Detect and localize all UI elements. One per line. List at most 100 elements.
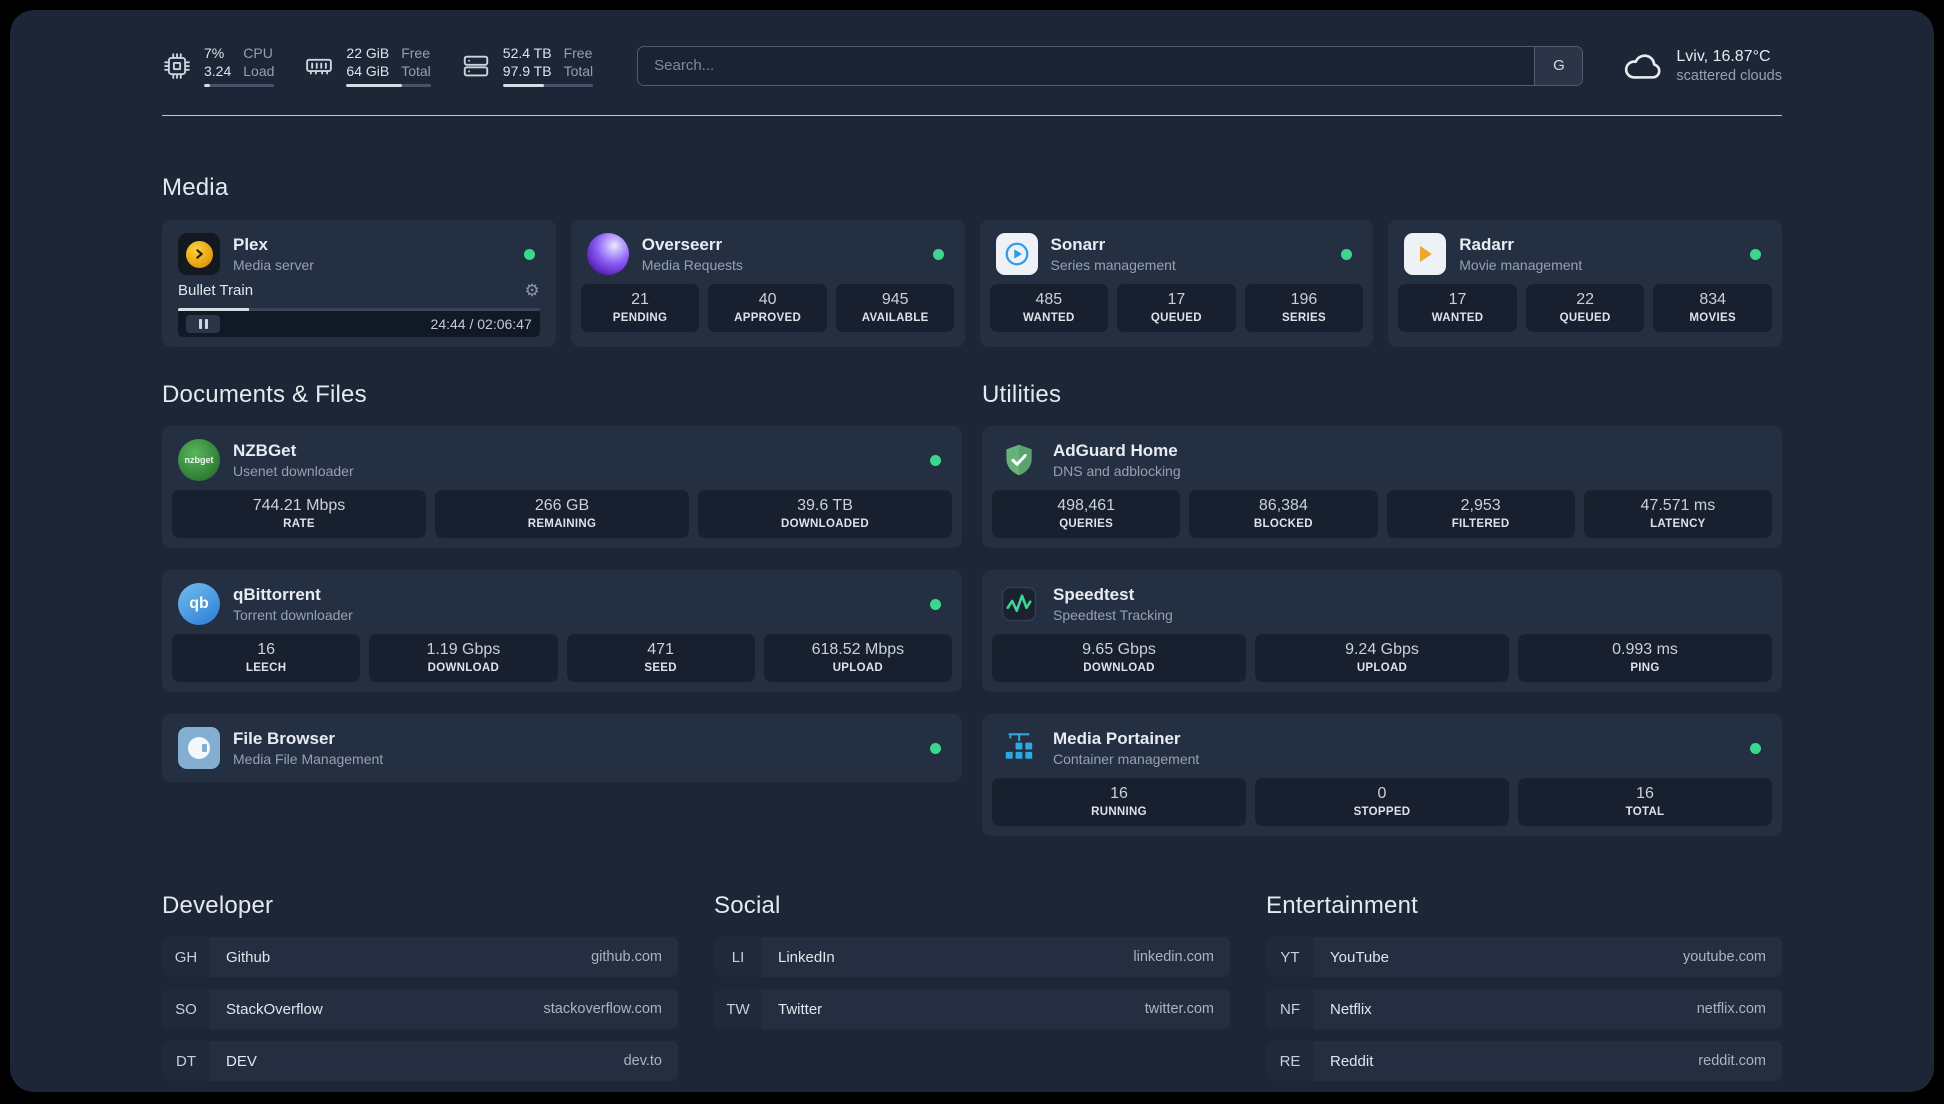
filebrowser-icon <box>178 727 220 770</box>
bookmark-abbr: LI <box>714 937 762 978</box>
service-card-qbittorrent[interactable]: qb qBittorrent Torrent downloader 16 LEE… <box>162 570 962 693</box>
stat-label: SEED <box>644 662 677 675</box>
section-title-media: Media <box>162 174 229 202</box>
search-provider-button[interactable]: G <box>1534 46 1583 85</box>
stat-box: 196 SERIES <box>1244 284 1364 333</box>
service-card-nzbget[interactable]: nzbget NZBGet Usenet downloader 744.21 M… <box>162 426 962 549</box>
stat-label: MOVIES <box>1689 312 1736 325</box>
search-bar[interactable]: G <box>637 45 1584 86</box>
bookmark-dev[interactable]: DT DEV dev.to <box>162 1041 678 1082</box>
service-description: Media File Management <box>233 751 384 768</box>
disk-label-line1: Free <box>563 45 593 61</box>
bookmark-linkedin[interactable]: LI LinkedIn linkedin.com <box>714 937 1230 978</box>
stat-box: 39.6 TB DOWNLOADED <box>698 490 952 539</box>
service-card-plex[interactable]: Plex Media server Bullet Train ⚙ 24:44 /… <box>162 220 556 348</box>
weather-location: Lviv, 16.87°C <box>1676 47 1771 65</box>
service-description: Media Requests <box>641 257 743 274</box>
service-name[interactable]: Overseerr <box>642 235 920 255</box>
bookmark-youtube[interactable]: YT YouTube youtube.com <box>1266 937 1782 978</box>
stat-box: 47.571 ms LATENCY <box>1583 490 1772 539</box>
bookmark-abbr: SO <box>162 989 210 1030</box>
bookmark-abbr: NF <box>1266 989 1314 1030</box>
stat-label: STOPPED <box>1353 806 1411 819</box>
bookmark-twitter[interactable]: TW Twitter twitter.com <box>714 989 1230 1030</box>
cloud-icon <box>1621 45 1663 87</box>
bookmark-github[interactable]: GH Github github.com <box>162 937 678 978</box>
service-description: Usenet downloader <box>233 463 354 480</box>
service-card-sonarr[interactable]: Sonarr Series management 485 WANTED 17 Q… <box>979 220 1374 348</box>
stat-label: TOTAL <box>1625 806 1665 819</box>
stat-value: 17 <box>1448 291 1467 309</box>
bookmark-stackoverflow[interactable]: SO StackOverflow stackoverflow.com <box>162 989 678 1030</box>
stat-value: 0 <box>1377 785 1387 803</box>
cpu-icon <box>162 51 192 81</box>
stat-label: FILTERED <box>1451 518 1510 531</box>
bookmark-domain: github.com <box>591 949 662 966</box>
weather-widget: Lviv, 16.87°C scattered clouds <box>1621 45 1782 87</box>
stat-box: 2,953 FILTERED <box>1386 490 1575 539</box>
service-name[interactable]: Media Portainer <box>1053 729 1737 749</box>
pause-button[interactable] <box>186 315 220 334</box>
stat-value: 744.21 Mbps <box>252 497 346 515</box>
stat-label: BLOCKED <box>1253 518 1313 531</box>
service-name[interactable]: qBittorrent <box>233 585 917 605</box>
service-name[interactable]: AdGuard Home <box>1053 441 1766 461</box>
overseerr-icon <box>586 233 629 276</box>
stat-value: 9.24 Gbps <box>1345 641 1419 659</box>
status-dot-online <box>1750 248 1761 260</box>
stat-box: 16 LEECH <box>172 634 361 683</box>
stat-label: LEECH <box>245 662 287 675</box>
service-name[interactable]: NZBGet <box>233 441 917 461</box>
bookmark-abbr: DT <box>162 1041 210 1082</box>
bookmark-reddit[interactable]: RE Reddit reddit.com <box>1266 1041 1782 1082</box>
bookmark-domain: netflix.com <box>1696 1001 1766 1018</box>
stat-label: SERIES <box>1281 312 1326 325</box>
bookmark-netflix[interactable]: NF Netflix netflix.com <box>1266 989 1782 1030</box>
stat-value: 16 <box>1636 785 1654 803</box>
sonarr-icon <box>995 233 1038 276</box>
section-title-documents: Documents & Files <box>162 381 367 409</box>
stat-box: 618.52 Mbps UPLOAD <box>763 634 952 683</box>
stat-box: 266 GB REMAINING <box>435 490 689 539</box>
section-utilities: Utilities AdGuard Home DNS and adblockin… <box>982 381 1782 837</box>
cpu-percent: 7% <box>204 45 225 61</box>
service-card-radarr[interactable]: Radarr Movie management 17 WANTED 22 QUE… <box>1388 220 1782 348</box>
section-title-social: Social <box>714 892 781 920</box>
cpu-widget: 7% 3.24 CPU Load <box>162 44 275 88</box>
service-name[interactable]: File Browser <box>233 729 917 749</box>
service-card-adguard[interactable]: AdGuard Home DNS and adblocking 498,461 … <box>982 426 1782 549</box>
service-card-overseerr[interactable]: Overseerr Media Requests 21 PENDING 40 A… <box>570 220 965 348</box>
service-card-filebrowser[interactable]: File Browser Media File Management <box>162 714 962 783</box>
service-name[interactable]: Sonarr <box>1051 235 1329 255</box>
weather-condition: scattered clouds <box>1676 67 1782 84</box>
section-documents: Documents & Files nzbget NZBGet Usenet d… <box>162 381 962 836</box>
service-name[interactable]: Plex <box>233 235 511 255</box>
settings-gear-icon[interactable]: ⚙ <box>525 282 540 299</box>
service-name[interactable]: Speedtest <box>1053 585 1766 605</box>
bookmark-domain: stackoverflow.com <box>543 1001 662 1018</box>
search-input[interactable] <box>638 46 1535 85</box>
stat-value: 40 <box>758 291 777 309</box>
memory-label-line1: Free <box>401 45 431 61</box>
qbittorrent-icon: qb <box>178 583 220 626</box>
memory-progress-bar <box>346 84 431 88</box>
stat-label: UPLOAD <box>832 662 884 675</box>
bookmark-abbr: YT <box>1266 937 1314 978</box>
bookmark-domain: dev.to <box>623 1053 662 1070</box>
service-name[interactable]: Radarr <box>1459 235 1737 255</box>
stat-label: AVAILABLE <box>861 312 929 325</box>
stat-label: APPROVED <box>734 312 802 325</box>
speedtest-icon <box>998 583 1040 625</box>
service-card-portainer[interactable]: Media Portainer Container management 16 … <box>982 714 1782 837</box>
disk-label-line2: Total <box>563 63 594 80</box>
service-description: Media server <box>233 257 314 274</box>
stat-value: 47.571 ms <box>1640 497 1716 515</box>
stat-value: 21 <box>631 291 649 309</box>
stat-label: QUERIES <box>1059 518 1114 531</box>
system-stats: 7% 3.24 CPU Load 22 GiB 64 GiB Free Tota… <box>162 44 594 88</box>
service-description: Speedtest Tracking <box>1053 607 1173 624</box>
bookmarks-developer: Developer GH Github github.com SO StackO… <box>162 892 678 1082</box>
service-card-speedtest[interactable]: Speedtest Speedtest Tracking 9.65 Gbps D… <box>982 570 1782 693</box>
stat-value: 485 <box>1035 291 1063 309</box>
stat-label: DOWNLOAD <box>427 662 500 675</box>
